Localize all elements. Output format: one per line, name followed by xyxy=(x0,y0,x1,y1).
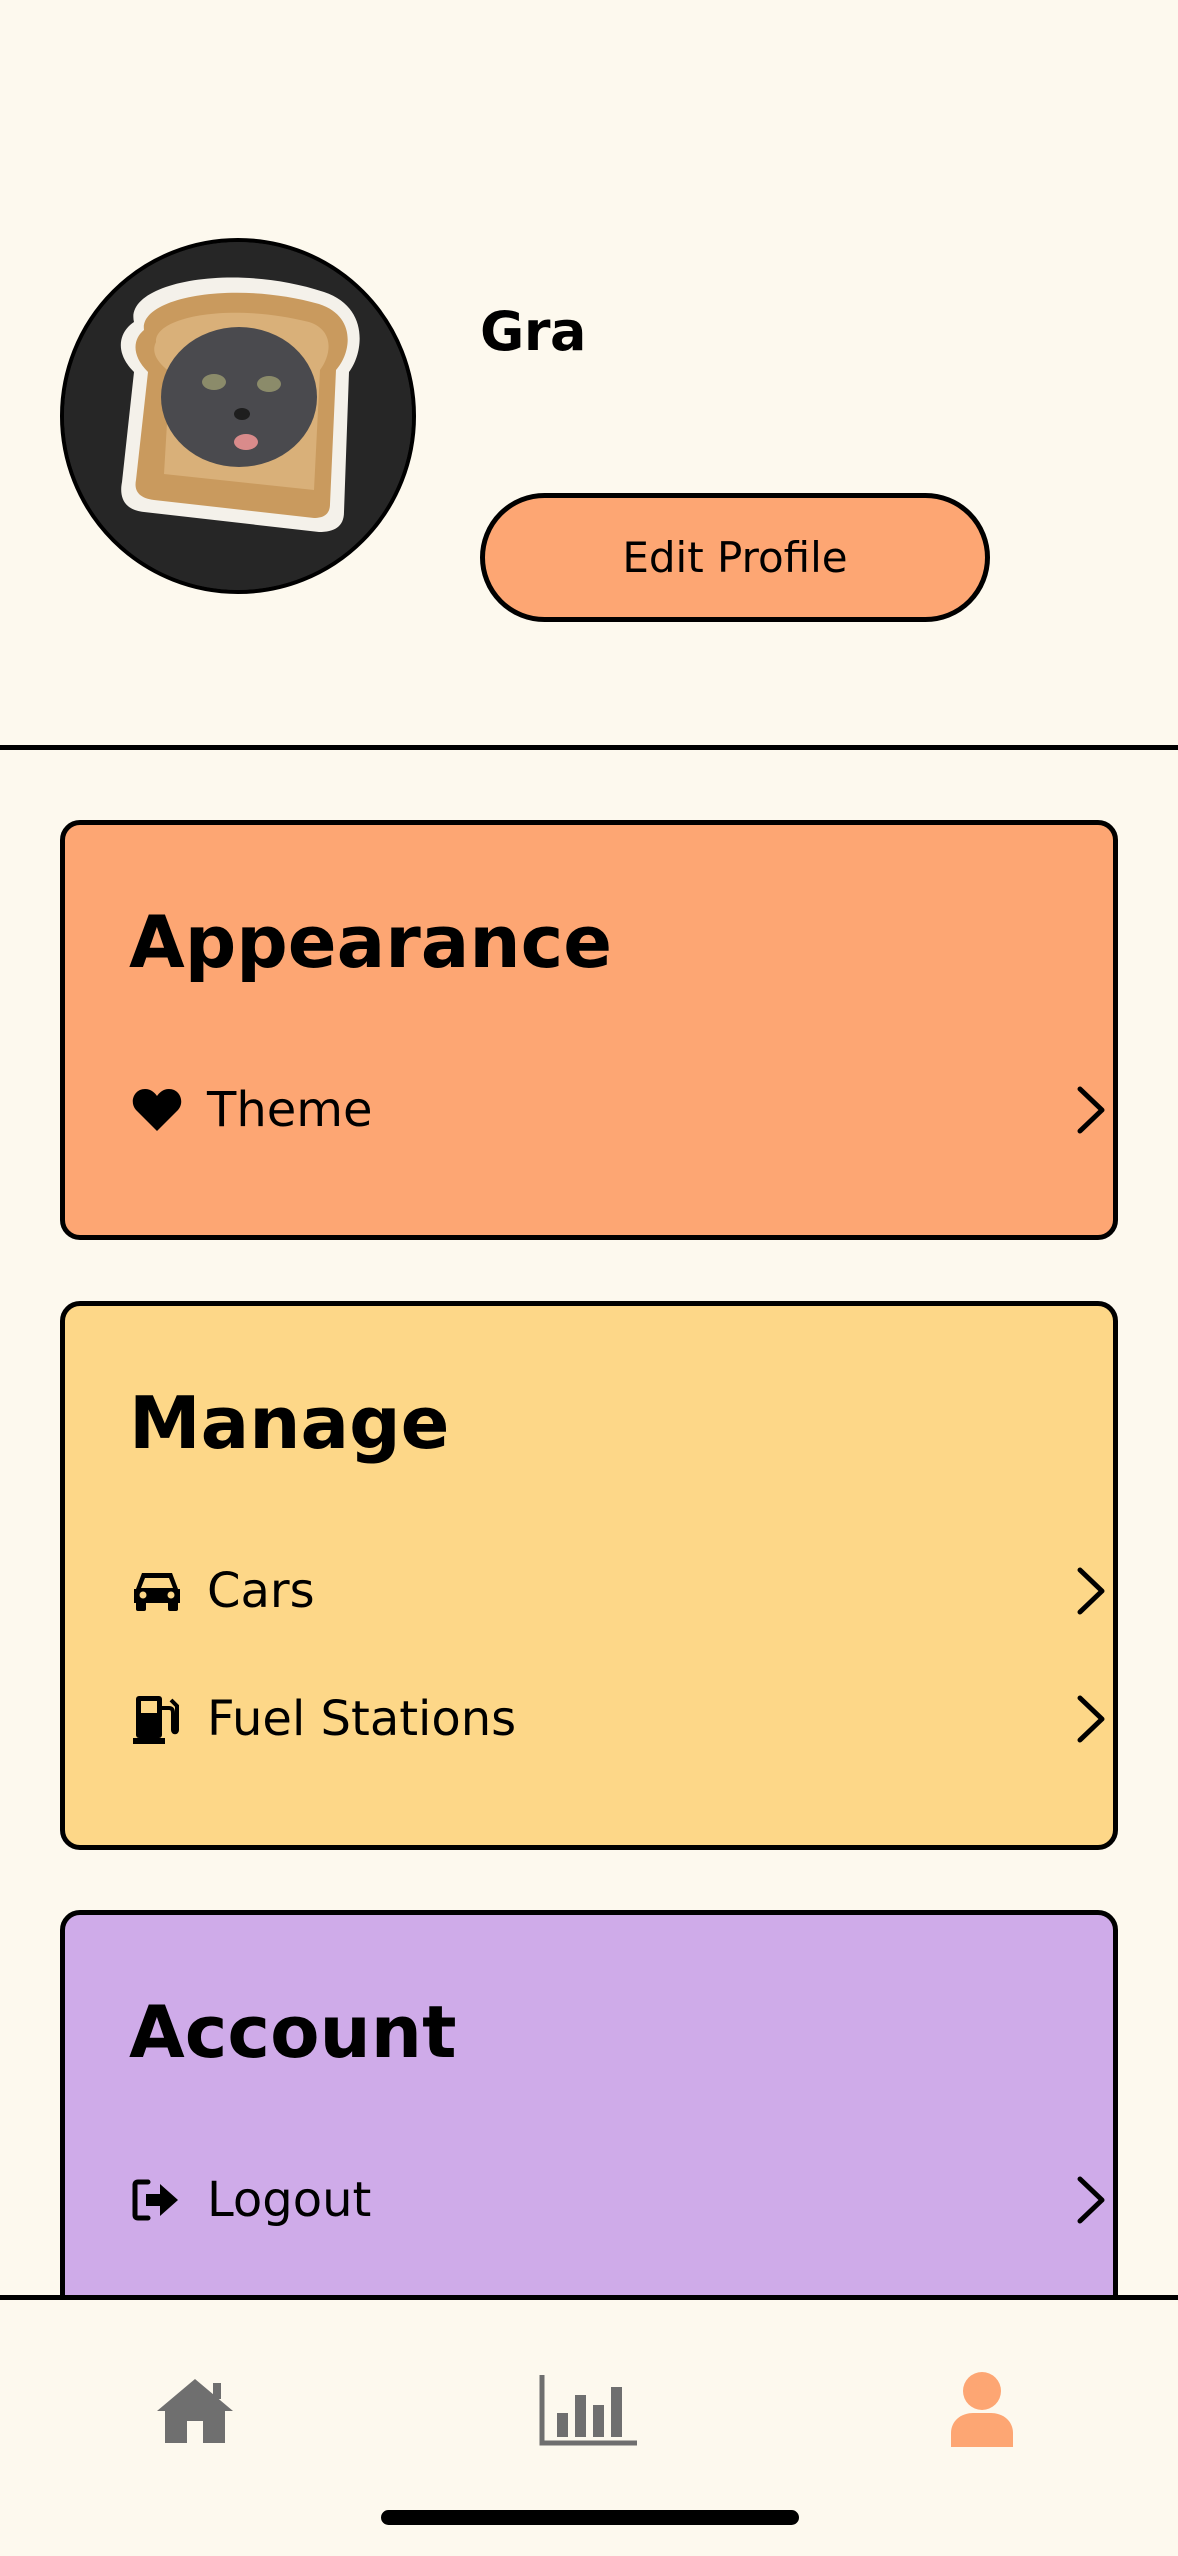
home-icon xyxy=(157,2379,233,2443)
logout-label: Logout xyxy=(207,2172,372,2228)
manage-card: Manage Cars Fuel Stations xyxy=(60,1301,1118,1850)
tab-stats[interactable] xyxy=(529,2360,649,2460)
avatar[interactable] xyxy=(60,238,416,594)
tab-home[interactable] xyxy=(135,2360,255,2460)
car-icon xyxy=(129,1563,185,1619)
chevron-right-icon xyxy=(1071,1689,1111,1749)
appearance-title: Appearance xyxy=(129,900,613,984)
logout-icon xyxy=(129,2172,185,2228)
gas-pump-icon xyxy=(129,1691,185,1747)
bar-chart-icon xyxy=(539,2375,637,2446)
header-divider xyxy=(0,745,1178,750)
chevron-right-icon xyxy=(1071,1080,1111,1140)
tab-profile[interactable] xyxy=(922,2360,1042,2460)
heart-icon xyxy=(129,1082,185,1138)
chevron-right-icon xyxy=(1071,2170,1111,2230)
username: Gra xyxy=(480,300,586,363)
fuel-stations-row[interactable]: Fuel Stations xyxy=(129,1679,1111,1759)
logout-row[interactable]: Logout xyxy=(129,2160,1111,2240)
edit-profile-button[interactable]: Edit Profile xyxy=(480,493,990,622)
cars-row[interactable]: Cars xyxy=(129,1551,1111,1631)
theme-label: Theme xyxy=(207,1082,373,1138)
manage-title: Manage xyxy=(129,1381,450,1465)
appearance-card: Appearance Theme xyxy=(60,820,1118,1240)
cat-toast-photo xyxy=(64,242,412,590)
chevron-right-icon xyxy=(1071,1561,1111,1621)
fuel-stations-label: Fuel Stations xyxy=(207,1691,517,1747)
home-indicator xyxy=(381,2510,799,2525)
profile-header: Gra Edit Profile xyxy=(0,0,1178,745)
user-icon xyxy=(951,2372,1013,2447)
account-title: Account xyxy=(129,1990,457,2074)
theme-row[interactable]: Theme xyxy=(129,1070,1111,1150)
account-card: Account Logout xyxy=(60,1910,1118,2330)
cars-label: Cars xyxy=(207,1563,315,1619)
